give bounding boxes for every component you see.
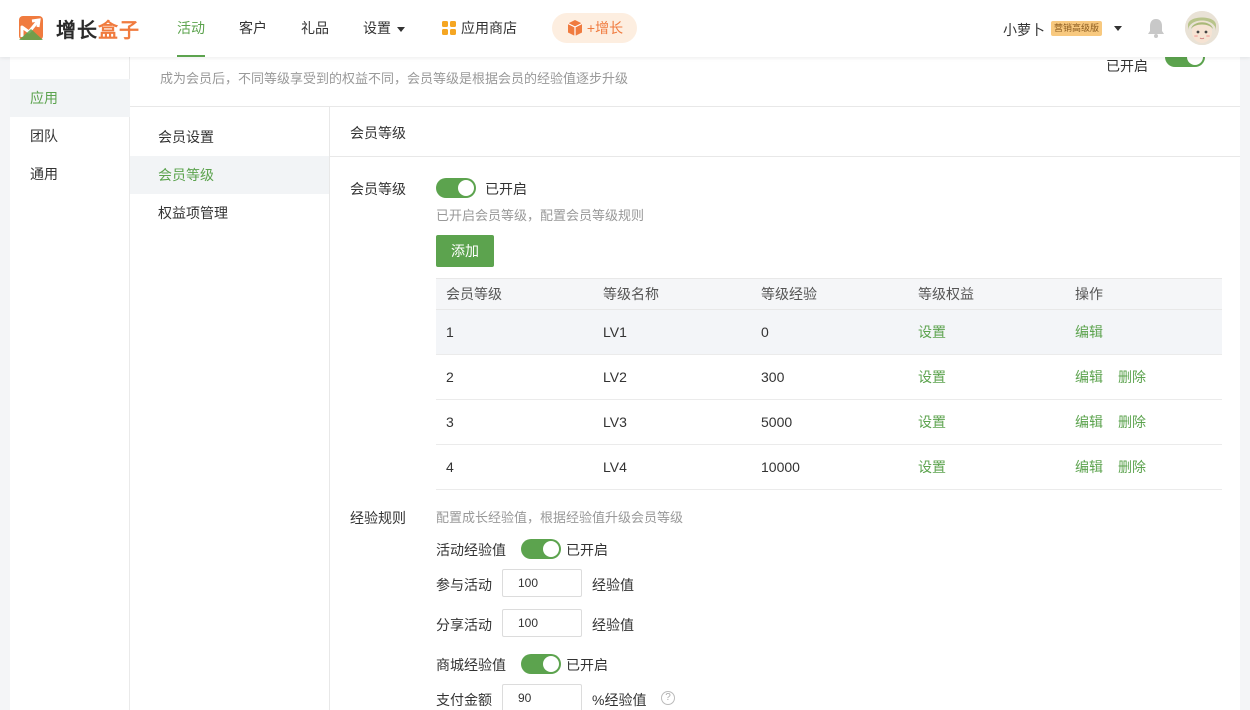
mall-switch-text: 已开启 bbox=[566, 657, 608, 673]
cell-name: LV4 bbox=[603, 459, 627, 475]
logo-icon bbox=[19, 16, 43, 40]
pay-amount-label: 支付金额 bbox=[436, 692, 492, 708]
sub-nav-benefits[interactable]: 权益项管理 bbox=[130, 194, 329, 232]
sidebar-item-general[interactable]: 通用 bbox=[10, 155, 130, 193]
cell-level: 3 bbox=[446, 414, 454, 430]
nav-app-store[interactable]: 应用商店 bbox=[442, 0, 517, 57]
grid-icon bbox=[442, 21, 456, 35]
header-benefit: 等级权益 bbox=[918, 286, 974, 302]
table-row: 1 LV1 0 设置 编辑 bbox=[436, 310, 1222, 355]
grow-button[interactable]: +增长 bbox=[552, 13, 637, 43]
nav-settings[interactable]: 设置 bbox=[363, 0, 405, 57]
cell-level: 1 bbox=[446, 324, 454, 340]
divider bbox=[330, 156, 1240, 157]
table-row: 2 LV2 300 设置 编辑 删除 bbox=[436, 355, 1222, 400]
level-label: 会员等级 bbox=[350, 181, 406, 197]
cell-level: 4 bbox=[446, 459, 454, 475]
activity-exp-switch[interactable] bbox=[521, 539, 561, 559]
level-table: 会员等级 等级名称 等级经验 等级权益 操作 1 LV1 0 设置 编辑 2 L… bbox=[436, 278, 1222, 490]
table-header: 会员等级 等级名称 等级经验 等级权益 操作 bbox=[436, 278, 1222, 310]
level-toggle-switch[interactable] bbox=[436, 178, 476, 198]
exp-rules-hint: 配置成长经验值，根据经验值升级会员等级 bbox=[436, 510, 684, 525]
nav-customers[interactable]: 客户 bbox=[239, 0, 267, 57]
edit-link[interactable]: 编辑 bbox=[1075, 412, 1103, 432]
header-exp: 等级经验 bbox=[761, 286, 817, 302]
header-name: 等级名称 bbox=[603, 286, 659, 302]
nav-gifts[interactable]: 礼品 bbox=[301, 0, 329, 57]
level-hint: 已开启会员等级，配置会员等级规则 bbox=[436, 208, 645, 223]
mall-exp-label: 商城经验值 bbox=[436, 657, 506, 673]
sidebar-item-team[interactable]: 团队 bbox=[10, 117, 130, 155]
pay-amount-unit: %经验值 bbox=[592, 692, 647, 708]
main-content: 会员等级 会员等级 已开启 已开启会员等级，配置会员等级规则 添加 会员等级 等… bbox=[330, 107, 1240, 710]
edit-link[interactable]: 编辑 bbox=[1075, 457, 1103, 477]
bell-icon[interactable] bbox=[1145, 17, 1167, 39]
primary-sidebar: 应用 团队 通用 bbox=[10, 57, 130, 710]
content-panel: 成为会员后，不同等级享受到的权益不同，会员等级是根据会员的经验值逐步升级 已开启… bbox=[130, 47, 1240, 710]
mall-exp-switch[interactable] bbox=[521, 654, 561, 674]
share-activity-unit: 经验值 bbox=[592, 617, 634, 633]
cell-exp: 0 bbox=[761, 324, 769, 340]
delete-link[interactable]: 删除 bbox=[1118, 367, 1146, 387]
delete-link[interactable]: 删除 bbox=[1118, 457, 1146, 477]
plan-badge: 营销高级版 bbox=[1051, 21, 1103, 36]
cell-name: LV3 bbox=[603, 414, 627, 430]
benefit-settings-link[interactable]: 设置 bbox=[918, 457, 946, 477]
join-activity-input[interactable] bbox=[502, 569, 582, 597]
sidebar-item-apps[interactable]: 应用 bbox=[10, 79, 130, 117]
pay-amount-input[interactable] bbox=[502, 684, 582, 710]
join-activity-unit: 经验值 bbox=[592, 577, 634, 593]
activity-switch-text: 已开启 bbox=[566, 542, 608, 558]
sub-nav-member-settings[interactable]: 会员设置 bbox=[130, 118, 329, 156]
add-level-button[interactable]: 添加 bbox=[436, 235, 494, 267]
nav-settings-label: 设置 bbox=[363, 20, 391, 36]
user-name[interactable]: 小萝卜 bbox=[1003, 20, 1045, 40]
benefit-settings-link[interactable]: 设置 bbox=[918, 412, 946, 432]
avatar-image bbox=[1185, 11, 1219, 45]
cell-exp: 5000 bbox=[761, 414, 793, 430]
cell-exp: 300 bbox=[761, 369, 785, 385]
section-title: 会员等级 bbox=[350, 125, 406, 141]
box-icon bbox=[567, 20, 583, 36]
cell-exp: 10000 bbox=[761, 459, 800, 475]
activity-exp-label: 活动经验值 bbox=[436, 542, 506, 558]
benefit-settings-link[interactable]: 设置 bbox=[918, 367, 946, 387]
avatar[interactable] bbox=[1185, 11, 1219, 45]
join-activity-label: 参与活动 bbox=[436, 577, 492, 593]
sub-nav-member-levels[interactable]: 会员等级 bbox=[130, 156, 329, 194]
grow-label: +增长 bbox=[586, 20, 624, 36]
level-switch-text: 已开启 bbox=[485, 181, 527, 197]
edit-link[interactable]: 编辑 bbox=[1075, 322, 1103, 342]
exp-rules-label: 经验规则 bbox=[350, 510, 406, 526]
nav-app-store-label: 应用商店 bbox=[461, 20, 517, 36]
benefit-settings-link[interactable]: 设置 bbox=[918, 322, 946, 342]
top-navbar: 增长盒子 活动 客户 礼品 设置 应用商店 +增长 小萝卜 营销高级版 bbox=[0, 0, 1250, 57]
secondary-sidebar: 会员设置 会员等级 权益项管理 bbox=[130, 107, 330, 710]
header-actions: 操作 bbox=[1075, 286, 1103, 302]
member-description: 成为会员后，不同等级享受到的权益不同，会员等级是根据会员的经验值逐步升级 bbox=[160, 71, 629, 86]
logo[interactable]: 增长盒子 bbox=[18, 14, 140, 42]
brand-name: 增长盒子 bbox=[56, 19, 140, 42]
cell-name: LV1 bbox=[603, 324, 627, 340]
share-activity-input[interactable] bbox=[502, 609, 582, 637]
cell-name: LV2 bbox=[603, 369, 627, 385]
delete-link[interactable]: 删除 bbox=[1118, 412, 1146, 432]
nav-activity[interactable]: 活动 bbox=[177, 0, 205, 57]
chevron-down-icon bbox=[397, 26, 405, 32]
table-row: 3 LV3 5000 设置 编辑 删除 bbox=[436, 400, 1222, 445]
top-toggle-label: 已开启 bbox=[1106, 58, 1148, 74]
cell-level: 2 bbox=[446, 369, 454, 385]
help-icon[interactable]: ? bbox=[661, 691, 675, 705]
user-menu-chevron-icon[interactable] bbox=[1114, 26, 1122, 31]
table-row: 4 LV4 10000 设置 编辑 删除 bbox=[436, 445, 1222, 490]
share-activity-label: 分享活动 bbox=[436, 617, 492, 633]
header-level: 会员等级 bbox=[446, 286, 502, 302]
edit-link[interactable]: 编辑 bbox=[1075, 367, 1103, 387]
